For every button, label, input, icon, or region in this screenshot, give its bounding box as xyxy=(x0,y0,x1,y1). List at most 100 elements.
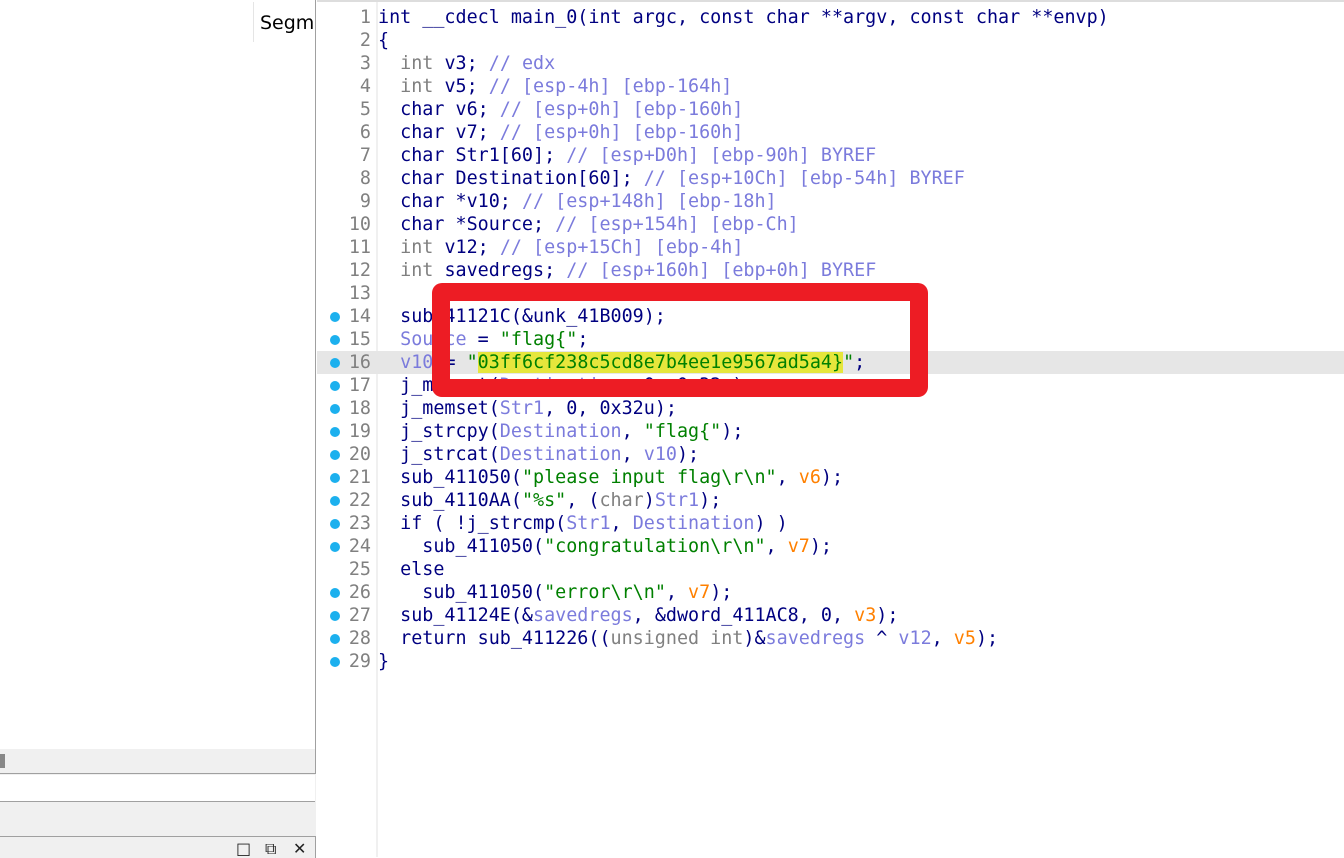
code-text: char v7; // [esp+0h] [ebp-160h] xyxy=(378,121,743,144)
code-line[interactable]: 18 j_memset(Str1, 0, 0x32u); xyxy=(317,397,1344,420)
code-token: // [esp+154h] [ebp-Ch] xyxy=(555,214,799,235)
line-number: 1 xyxy=(359,7,371,28)
code-line[interactable]: 27 sub_41124E(&savedregs, &dword_411AC8,… xyxy=(317,604,1344,627)
code-token: int xyxy=(378,237,434,258)
code-token: Str1 xyxy=(499,398,545,419)
code-token: v7 xyxy=(787,536,810,557)
code-token: v10 xyxy=(643,444,677,465)
code-token: "congratulation\r\n" xyxy=(544,536,766,557)
maximize-icon[interactable]: □ xyxy=(236,840,251,858)
code-token: unsigned int xyxy=(610,628,744,649)
code-token: sub_41124E(& xyxy=(378,605,534,626)
code-line[interactable]: 6 char v7; // [esp+0h] [ebp-160h] xyxy=(317,121,1344,144)
code-line[interactable]: 3 int v3; // edx xyxy=(317,52,1344,75)
code-token: , xyxy=(776,467,799,488)
code-token: return sub_411226(( xyxy=(378,628,611,649)
code-token: ); xyxy=(676,444,700,465)
code-token: else xyxy=(378,559,445,580)
code-token: j_memset( xyxy=(378,398,500,419)
code-token: int __cdecl main_0(int argc, const char … xyxy=(378,7,1109,28)
line-number: 15 xyxy=(348,329,371,350)
code-token: , 0, 0x32u); xyxy=(544,398,677,419)
segments-list[interactable]: Segme xyxy=(0,0,316,774)
code-line[interactable]: 10 char *Source; // [esp+154h] [ebp-Ch] xyxy=(317,213,1344,236)
code-token: ); xyxy=(975,628,999,649)
line-number: 19 xyxy=(348,421,371,442)
line-number: 7 xyxy=(359,145,371,166)
code-token: )& xyxy=(743,628,766,649)
line-number: 26 xyxy=(348,582,371,603)
segments-status-strip xyxy=(0,775,315,802)
code-text: char Destination[60]; // [esp+10Ch] [ebp… xyxy=(378,167,965,190)
code-token: char v7; xyxy=(378,122,500,143)
code-text: int v12; // [esp+15Ch] [ebp-4h] xyxy=(378,236,743,259)
line-number: 3 xyxy=(359,53,371,74)
code-line[interactable]: 5 char v6; // [esp+0h] [ebp-160h] xyxy=(317,98,1344,121)
code-text: char *v10; // [esp+148h] [ebp-18h] xyxy=(378,190,777,213)
line-number: 27 xyxy=(348,605,371,626)
code-line[interactable]: 26 sub_411050("error\r\n", v7); xyxy=(317,581,1344,604)
code-token: int xyxy=(378,260,434,281)
code-line[interactable]: 19 j_strcpy(Destination, "flag{"); xyxy=(317,420,1344,443)
code-line[interactable]: 23 if ( !j_strcmp(Str1, Destination) ) xyxy=(317,512,1344,535)
code-line[interactable]: 20 j_strcat(Destination, v10); xyxy=(317,443,1344,466)
code-token: sub_4110AA( xyxy=(378,490,522,511)
code-line[interactable]: 12 int savedregs; // [esp+160h] [ebp+0h]… xyxy=(317,259,1344,282)
code-line[interactable]: 28 return sub_411226((unsigned int)&save… xyxy=(317,627,1344,650)
line-number: 28 xyxy=(348,628,371,649)
code-text: sub_4110AA("%s", (char)Str1); xyxy=(378,489,721,512)
code-line[interactable]: 1 int __cdecl main_0(int argc, const char… xyxy=(317,6,1344,29)
line-number: 14 xyxy=(348,306,371,327)
code-line[interactable]: 9 char *v10; // [esp+148h] [ebp-18h] xyxy=(317,190,1344,213)
code-line[interactable]: 4 int v5; // [esp-4h] [ebp-164h] xyxy=(317,75,1344,98)
line-number: 22 xyxy=(348,490,371,511)
code-token: v5; xyxy=(433,76,489,97)
code-line[interactable]: 21 sub_411050("please input flag\r\n", v… xyxy=(317,466,1344,489)
code-token: v12; xyxy=(433,237,500,258)
code-token: ) ) xyxy=(754,513,788,534)
code-token: v12 xyxy=(898,628,932,649)
code-token: v3 xyxy=(854,605,877,626)
code-token: // edx xyxy=(488,53,556,74)
code-text: return sub_411226((unsigned int)&savedre… xyxy=(378,627,998,650)
line-number: 25 xyxy=(348,559,371,580)
code-token: , xyxy=(621,444,644,465)
code-token: v6 xyxy=(798,467,821,488)
column-divider[interactable] xyxy=(253,2,254,42)
code-token: // [esp+148h] [ebp-18h] xyxy=(521,191,777,212)
code-line[interactable]: 29} xyxy=(317,650,1344,673)
code-token: Destination xyxy=(499,421,622,442)
scrollbar-thumb[interactable] xyxy=(0,754,5,768)
line-number: 24 xyxy=(348,536,371,557)
code-token: ); xyxy=(699,490,722,511)
code-line[interactable]: 22 sub_4110AA("%s", (char)Str1); xyxy=(317,489,1344,512)
code-token: , &dword_411AC8, 0, xyxy=(632,605,855,626)
line-number: 13 xyxy=(348,283,371,304)
code-line[interactable]: 2{ xyxy=(317,29,1344,52)
code-text: char Str1[60]; // [esp+D0h] [ebp-90h] BY… xyxy=(378,144,876,167)
line-number: 2 xyxy=(359,30,371,51)
code-token: v10 xyxy=(378,352,434,373)
code-token: ); xyxy=(876,605,899,626)
code-line[interactable]: 11 int v12; // [esp+15Ch] [ebp-4h] xyxy=(317,236,1344,259)
code-token: Destination xyxy=(632,513,755,534)
code-line[interactable]: 24 sub_411050("congratulation\r\n", v7); xyxy=(317,535,1344,558)
code-line[interactable]: 25 else xyxy=(317,558,1344,581)
code-token: v7 xyxy=(688,582,711,603)
code-token: char Destination[60]; xyxy=(378,168,644,189)
code-text: char v6; // [esp+0h] [ebp-160h] xyxy=(378,98,743,121)
code-token: char *Source; xyxy=(378,214,556,235)
code-token: ); xyxy=(721,421,744,442)
horizontal-scrollbar[interactable] xyxy=(0,749,315,773)
code-line[interactable]: 8 char Destination[60]; // [esp+10Ch] [e… xyxy=(317,167,1344,190)
code-line[interactable]: 7 char Str1[60]; // [esp+D0h] [ebp-90h] … xyxy=(317,144,1344,167)
code-token: if ( !j_strcmp( xyxy=(378,513,567,534)
close-icon[interactable]: ✕ xyxy=(293,840,306,858)
column-header-segment[interactable]: Segme xyxy=(260,12,315,34)
code-token: char *v10; xyxy=(378,191,522,212)
code-token: , xyxy=(610,513,633,534)
code-token: // [esp+D0h] [ebp-90h] BYREF xyxy=(566,145,877,166)
code-token: v5 xyxy=(953,628,976,649)
restore-icon[interactable]: ⧉ xyxy=(265,840,276,858)
code-text: int v5; // [esp-4h] [ebp-164h] xyxy=(378,75,732,98)
